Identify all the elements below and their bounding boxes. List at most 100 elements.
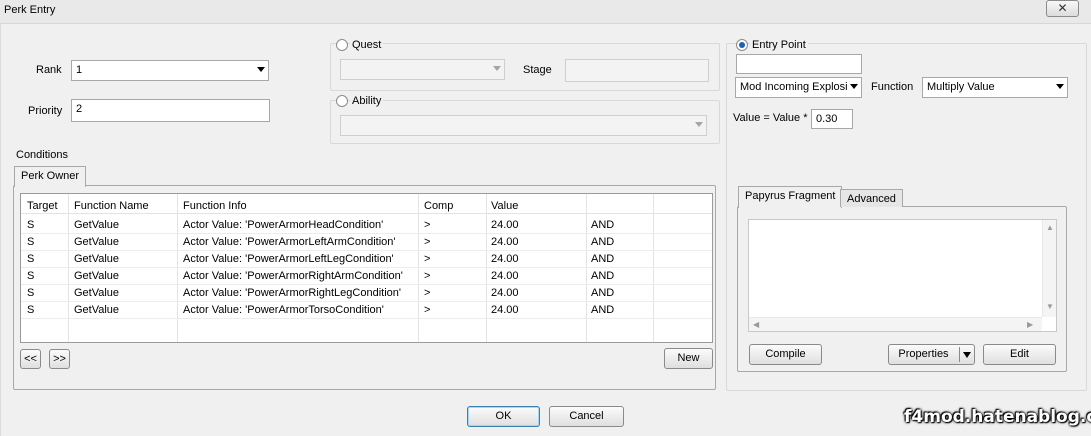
table-row[interactable]: S GetValue Actor Value: 'PowerArmorLeftLeg…	[21, 251, 712, 268]
rank-label: Rank	[36, 64, 62, 76]
entry-point-radio[interactable]	[736, 39, 748, 51]
formula-label: Value = Value *	[733, 112, 808, 124]
table-row[interactable]: S GetValue Actor Value: 'PowerArmorTorsoCo…	[21, 302, 712, 319]
tab-papyrus-fragment-label: Papyrus Fragment	[745, 190, 836, 202]
split-divider	[959, 347, 960, 362]
edit-button[interactable]: Edit	[983, 344, 1056, 365]
table-cell: AND	[591, 236, 615, 248]
column-header-function-info[interactable]: Function Info	[183, 200, 247, 212]
function-select[interactable]: Multiply Value	[922, 77, 1068, 98]
table-cell: GetValue	[74, 270, 120, 282]
cancel-button[interactable]: Cancel	[549, 406, 624, 427]
table-cell: Actor Value: 'PowerArmorLeftLegCondition…	[183, 253, 394, 265]
chevron-down-icon	[850, 84, 858, 89]
table-cell: >	[424, 304, 431, 316]
chevron-down-icon	[1056, 84, 1064, 89]
column-header-value[interactable]: Value	[491, 200, 518, 212]
ability-radio[interactable]	[336, 95, 348, 107]
stage-label: Stage	[523, 64, 552, 76]
conditions-label: Conditions	[16, 149, 68, 161]
scroll-up-icon[interactable]: ▲	[1046, 223, 1054, 232]
table-cell: S	[27, 287, 35, 299]
entry-point-value: Mod Incoming Explosi	[740, 81, 848, 93]
conditions-list[interactable]: Target Function Name Function Info Comp …	[20, 193, 713, 343]
scroll-left-icon[interactable]: ◀	[753, 320, 759, 329]
table-row[interactable]: S GetValue Actor Value: 'PowerArmorLeftArm…	[21, 234, 712, 251]
table-row[interactable]: S GetValue Actor Value: 'PowerArmorRightAr…	[21, 268, 712, 285]
table-cell: Actor Value: 'PowerArmorRightLegConditio…	[183, 287, 401, 299]
formula-input[interactable]: 0.30	[811, 109, 853, 129]
priority-input[interactable]: 2	[71, 99, 270, 122]
close-button[interactable]: ✕	[1046, 0, 1079, 17]
quest-select[interactable]	[340, 59, 505, 80]
table-cell: S	[27, 236, 35, 248]
entry-point-name-input[interactable]	[736, 54, 862, 74]
table-cell: Actor Value: 'PowerArmorLeftArmCondition…	[183, 236, 396, 248]
compile-button[interactable]: Compile	[749, 344, 822, 365]
watermark-text: f4mod.hatenablog.com	[904, 407, 1091, 427]
table-cell: Actor Value: 'PowerArmorTorsoCondition'	[183, 304, 384, 316]
ability-select[interactable]	[340, 115, 707, 136]
table-cell: S	[27, 253, 35, 265]
table-cell: AND	[591, 304, 615, 316]
table-cell: >	[424, 236, 431, 248]
formula-value: 0.30	[816, 113, 838, 125]
ok-button[interactable]: OK	[467, 406, 540, 427]
tab-papyrus-fragment[interactable]: Papyrus Fragment	[738, 186, 843, 208]
rank-select[interactable]: 1	[71, 60, 269, 81]
stage-input[interactable]	[565, 59, 709, 82]
table-cell: >	[424, 287, 431, 299]
scroll-down-icon[interactable]: ▼	[1046, 302, 1054, 311]
priority-label: Priority	[28, 105, 63, 117]
next-button[interactable]: >>	[49, 349, 70, 369]
title-bar	[0, 0, 1091, 24]
chevron-down-icon[interactable]	[963, 352, 971, 358]
column-header-comp[interactable]: Comp	[424, 200, 453, 212]
chevron-down-icon	[257, 67, 265, 72]
table-cell: AND	[591, 253, 615, 265]
table-cell: S	[27, 304, 35, 316]
tab-advanced[interactable]: Advanced	[840, 189, 903, 207]
table-cell: Actor Value: 'PowerArmorHeadCondition'	[183, 219, 384, 231]
papyrus-horizontal-scrollbar[interactable]: ◀ ▶	[749, 317, 1042, 331]
tab-perk-owner[interactable]: Perk Owner	[14, 166, 87, 187]
entry-point-radio-label: Entry Point	[750, 39, 808, 51]
priority-value: 2	[76, 103, 83, 115]
table-cell: >	[424, 270, 431, 282]
table-cell: GetValue	[74, 287, 120, 299]
table-cell: 24.00	[491, 287, 519, 299]
function-value: Multiply Value	[927, 81, 995, 93]
table-cell: GetValue	[74, 253, 120, 265]
window-title: Perk Entry	[4, 4, 56, 16]
papyrus-vertical-scrollbar[interactable]: ▲ ▼	[1042, 220, 1056, 317]
table-cell: 24.00	[491, 253, 519, 265]
table-cell: 24.00	[491, 219, 519, 231]
new-condition-button[interactable]: New	[664, 348, 713, 369]
scroll-right-icon[interactable]: ▶	[1027, 320, 1033, 329]
table-row[interactable]: S GetValue Actor Value: 'PowerArmorRightLe…	[21, 285, 712, 302]
table-cell: >	[424, 219, 431, 231]
table-cell: AND	[591, 270, 615, 282]
rank-value: 1	[76, 64, 83, 76]
ability-radio-label: Ability	[350, 95, 384, 107]
quest-radio-label: Quest	[350, 39, 384, 51]
table-cell: S	[27, 270, 35, 282]
table-row[interactable]: S GetValue Actor Value: 'PowerArmorHeadCon…	[21, 217, 712, 234]
chevron-down-icon	[695, 122, 703, 127]
table-cell: GetValue	[74, 236, 120, 248]
properties-button[interactable]: Properties	[888, 344, 975, 365]
entry-point-select[interactable]: Mod Incoming Explosi	[735, 77, 862, 98]
table-cell: AND	[591, 287, 615, 299]
close-icon: ✕	[1057, 1, 1068, 15]
papyrus-text-area[interactable]	[748, 219, 1057, 332]
row-divider	[21, 318, 712, 319]
tab-advanced-label: Advanced	[847, 193, 896, 205]
column-header-target[interactable]: Target	[27, 200, 58, 212]
properties-label: Properties	[898, 348, 949, 360]
table-cell: 24.00	[491, 304, 519, 316]
quest-radio[interactable]	[336, 39, 348, 51]
column-header-function-name[interactable]: Function Name	[74, 200, 149, 212]
chevron-down-icon	[493, 66, 501, 71]
table-cell: 24.00	[491, 236, 519, 248]
prev-button[interactable]: <<	[20, 349, 41, 369]
